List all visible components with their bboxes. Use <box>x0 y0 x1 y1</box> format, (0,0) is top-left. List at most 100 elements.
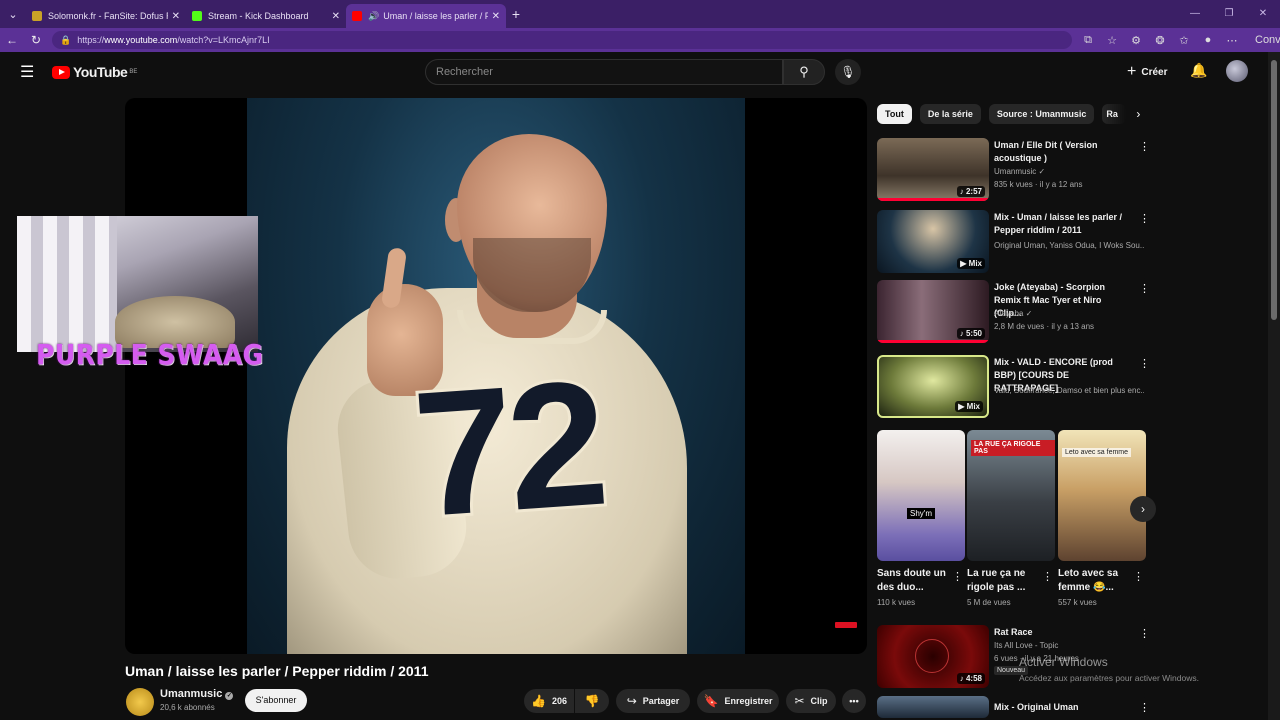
kebab-menu-icon[interactable]: ⋮ <box>1139 140 1150 153</box>
short-views: 557 k vues <box>1058 598 1097 607</box>
tab-solomonk[interactable]: Solomonk.fr - FanSite: Dofus Rétro ✕ <box>26 4 186 28</box>
tab-kick[interactable]: Stream - Kick Dashboard ✕ <box>186 4 346 28</box>
bookmark-icon: 🔖 <box>703 694 719 708</box>
recommendation-item[interactable]: ♪ 5:50 Joke (Ateyaba) - Scorpion Remix f… <box>877 280 1150 346</box>
create-button[interactable]: + Créer <box>1127 63 1167 81</box>
chip-ra[interactable]: Ra <box>1102 104 1127 124</box>
short-item[interactable]: Leto avec sa femme Leto avec sa femme 😂.… <box>1058 430 1146 607</box>
search-icon[interactable]: ⚲ <box>783 59 825 85</box>
short-thumbnail[interactable]: LA RUE ÇA RIGOLE PAS <box>967 430 1055 561</box>
profile-icon[interactable]: ● <box>1196 34 1220 46</box>
kebab-menu-icon[interactable]: ⋮ <box>1139 627 1150 640</box>
kebab-menu-icon[interactable]: ⋮ <box>1042 570 1053 583</box>
more-icon[interactable]: ⋯ <box>1220 34 1244 47</box>
channel-avatar[interactable] <box>126 688 154 716</box>
reload-icon[interactable]: ↻ <box>24 33 48 47</box>
minimize-icon[interactable]: — <box>1178 0 1212 28</box>
short-title: Leto avec sa femme 😂... <box>1058 568 1119 593</box>
plus-icon: + <box>1127 63 1137 80</box>
microphone-icon[interactable]: 🎙 <box>835 59 861 85</box>
record-circle <box>915 639 949 673</box>
avatar[interactable] <box>1226 60 1248 82</box>
short-thumbnail[interactable]: Shy'm <box>877 430 965 561</box>
short-title: La rue ça ne rigole pas ... <box>967 568 1026 593</box>
rec-title: Rat Race <box>994 627 1033 637</box>
save-button[interactable]: 🔖 Enregistrer <box>697 689 779 713</box>
video-thumbnail[interactable]: ♪ 2:57 <box>877 138 989 201</box>
search-input[interactable]: Rechercher <box>425 59 783 85</box>
url-path: /watch?v=LKmcAjnr7LI <box>177 35 270 45</box>
kebab-menu-icon[interactable]: ⋮ <box>1139 701 1150 714</box>
dislike-button[interactable]: 👎 <box>575 689 609 713</box>
video-thumbnail[interactable]: ▶ Mix <box>877 355 989 418</box>
tab-title: Uman / laisse les parler / Pepp <box>383 11 487 21</box>
window-controls: — ❐ ✕ <box>1178 0 1280 28</box>
notifications-bell-icon[interactable]: 🔔 <box>1190 62 1207 79</box>
youtube-watermark-icon[interactable] <box>835 622 857 628</box>
scrollbar-thumb[interactable] <box>1271 60 1277 320</box>
subscribe-button[interactable]: S'abonner <box>245 689 307 712</box>
youtube-favicon-icon <box>352 11 362 21</box>
rec-channel-name: Ateyaba <box>994 309 1024 318</box>
short-item[interactable]: Shy'm Sans doute un des duo... 110 k vue… <box>877 430 965 607</box>
tab-youtube[interactable]: 🔊 Uman / laisse les parler / Pepp ✕ <box>346 4 506 28</box>
watch-progress <box>877 340 989 343</box>
video-player[interactable]: 72 <box>125 98 867 654</box>
close-icon[interactable]: ✕ <box>492 11 500 22</box>
chip-series[interactable]: De la série <box>919 104 981 124</box>
menu-icon[interactable]: ☰ <box>20 62 34 82</box>
duration-badge: ♪ 5:50 <box>956 328 985 339</box>
share-button[interactable]: ↪ Partager <box>616 689 690 713</box>
clip-label: Clip <box>810 696 828 706</box>
close-window-icon[interactable]: ✕ <box>1246 0 1280 28</box>
duration-text: Mix <box>968 259 982 268</box>
favorite-star-icon[interactable]: ☆ <box>1100 34 1124 47</box>
close-icon[interactable]: ✕ <box>172 11 180 22</box>
shorts-next-icon[interactable]: › <box>1130 496 1156 522</box>
recommendation-item[interactable]: ▶ Mix Mix - VALD - ENCORE (prod BBP) [CO… <box>877 355 1150 421</box>
chip-all[interactable]: Tout <box>877 104 912 124</box>
like-button[interactable]: 👍 206 <box>524 689 574 713</box>
logo-text: YouTube <box>73 64 128 80</box>
video-thumbnail[interactable] <box>877 696 989 718</box>
recommendation-item[interactable]: ♪ 2:57 Uman / Elle Dit ( Version acousti… <box>877 138 1150 204</box>
favorites-icon[interactable]: ✩ <box>1172 34 1196 47</box>
jersey-number: 72 <box>405 340 610 557</box>
kebab-menu-icon[interactable]: ⋮ <box>1139 282 1150 295</box>
kebab-menu-icon[interactable]: ⋮ <box>952 570 963 583</box>
rec-channel: Vald, Souffrance, Damso et bien plus enc… <box>994 386 1144 395</box>
kebab-menu-icon[interactable]: ⋮ <box>1139 357 1150 370</box>
collections-icon[interactable]: ❂ <box>1148 34 1172 47</box>
clip-button[interactable]: ✂ Clip <box>786 689 836 713</box>
new-tab-button[interactable]: + <box>506 6 526 22</box>
maximize-icon[interactable]: ❐ <box>1212 0 1246 28</box>
kebab-menu-icon[interactable]: ⋮ <box>1133 570 1144 583</box>
mix-icon: ▶ <box>960 259 969 268</box>
recommendation-item[interactable]: ▶ Mix Mix - Uman / laisse les parler / P… <box>877 210 1150 276</box>
video-thumbnail[interactable]: ▶ Mix <box>877 210 989 273</box>
short-item[interactable]: LA RUE ÇA RIGOLE PAS La rue ça ne rigole… <box>967 430 1055 607</box>
lock-icon[interactable]: 🔒 <box>60 35 71 46</box>
channel-name[interactable]: Umanmusic ✓ <box>160 688 234 700</box>
chip-source[interactable]: Source : Umanmusic <box>988 104 1095 124</box>
speaker-icon[interactable]: 🔊 <box>368 11 379 22</box>
youtube-logo[interactable]: YouTube BE <box>52 64 137 80</box>
duration-text: 4:58 <box>965 674 982 683</box>
more-actions-button[interactable]: ••• <box>842 689 866 713</box>
chevron-right-icon[interactable]: › <box>1136 107 1140 121</box>
video-thumbnail[interactable]: ♪ 5:50 <box>877 280 989 343</box>
page-scrollbar[interactable] <box>1268 52 1280 720</box>
video-thumbnail[interactable]: ♪ 4:58 <box>877 625 989 688</box>
url-field[interactable]: 🔒 https://www.youtube.com/watch?v=LKmcAj… <box>52 31 1072 49</box>
back-arrow-icon[interactable]: ← <box>0 33 24 47</box>
extensions-icon[interactable]: ⚙ <box>1124 34 1148 47</box>
kebab-menu-icon[interactable]: ⋮ <box>1139 212 1150 225</box>
short-thumbnail[interactable]: Leto avec sa femme <box>1058 430 1146 561</box>
recommendation-item[interactable]: Mix - Original Uman ⋮ <box>877 696 1150 718</box>
copilot-conversation-button[interactable]: Conversation <box>1250 34 1280 47</box>
filter-chips: Tout De la série Source : Umanmusic Ra › <box>877 104 1140 124</box>
tab-actions-icon[interactable]: ⌄ <box>0 0 26 28</box>
close-icon[interactable]: ✕ <box>332 11 340 22</box>
app-icon[interactable]: ⧉ <box>1076 34 1100 47</box>
short-overlay-text: Shy'm <box>907 508 935 519</box>
